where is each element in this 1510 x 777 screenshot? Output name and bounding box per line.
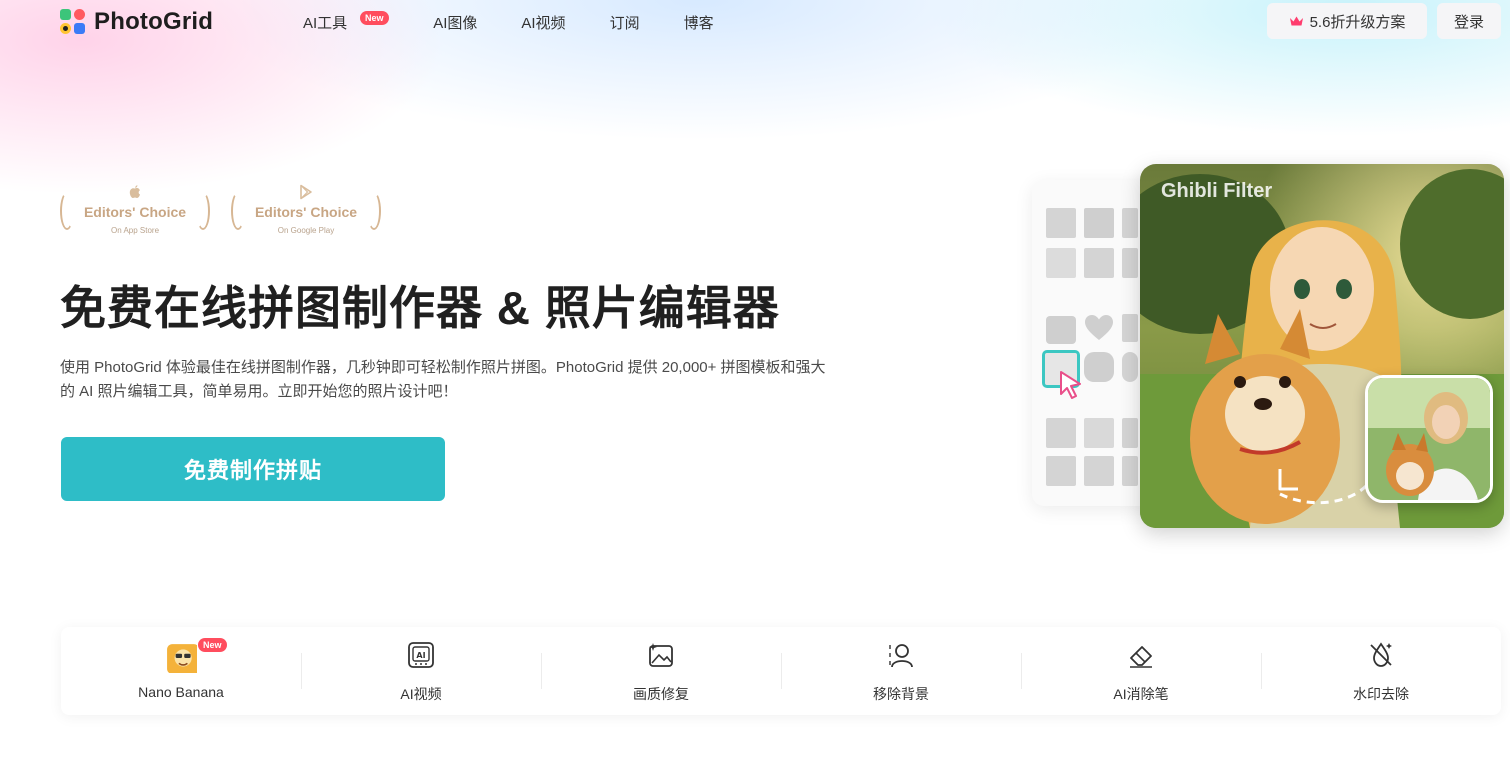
top-header: PhotoGrid AI工具 New AI图像 AI视频 订阅 博客 5.6折升… [0,0,1510,44]
collage-template-thumbnail[interactable] [1084,248,1114,278]
tool-label: 水印去除 [1353,686,1409,702]
watermark-remove-icon [1370,642,1392,667]
main-nav: AI工具 New AI图像 AI视频 订阅 博客 [303,11,766,33]
nav-item-label: AI视频 [521,15,566,32]
collage-template-thumbnail[interactable] [1122,208,1138,238]
ai-tools-bar: New Nano Banana AI AI视频 画质修复 移除背景 AI消除笔 … [61,627,1501,715]
collage-template-thumbnail[interactable] [1084,352,1114,382]
remove-background-icon [889,644,913,668]
nav-item-label: 订阅 [609,15,640,32]
tool-label: Nano Banana [138,684,224,700]
nano-banana-icon [167,644,197,673]
collage-template-thumbnail[interactable] [1122,418,1138,448]
collage-template-thumbnail[interactable] [1084,208,1114,238]
original-photo-thumbnail [1365,375,1493,503]
tool-image-enhance[interactable]: 画质修复 [541,627,781,715]
cursor-pointer-icon [1060,371,1081,399]
tool-watermark-remove[interactable]: 水印去除 [1261,627,1501,715]
tool-label: 移除背景 [873,686,929,702]
brand-logo[interactable]: PhotoGrid [60,8,213,36]
new-badge: New [198,638,227,652]
hero-description: 使用 PhotoGrid 体验最佳在线拼图制作器，几秒钟即可轻松制作照片拼图。P… [60,359,826,400]
award-subtitle: On Google Play [277,226,335,235]
tool-label: AI视频 [400,686,442,702]
nav-item-ai-image[interactable]: AI图像 [433,12,477,33]
collage-template-thumbnail[interactable] [1122,352,1138,382]
nav-item-ai-video[interactable]: AI视频 [521,12,565,33]
collage-template-thumbnail[interactable] [1122,248,1138,278]
upgrade-plan-button[interactable]: 5.6折升级方案 [1267,3,1427,39]
nav-item-label: 博客 [683,15,714,32]
tool-remove-background[interactable]: 移除背景 [781,627,1021,715]
nav-item-blog[interactable]: 博客 [684,12,714,33]
nav-item-subscribe[interactable]: 订阅 [610,12,640,33]
heart-template-icon[interactable] [1084,314,1114,342]
nav-item-ai-tools[interactable]: AI工具 New [303,11,389,33]
award-google-play: Editors' Choice On Google Play [231,184,381,238]
apple-icon [129,185,140,198]
svg-text:AI: AI [416,651,425,660]
collage-template-thumbnail[interactable] [1046,208,1076,238]
google-play-icon [300,184,312,200]
collage-template-thumbnail[interactable] [1046,456,1076,486]
tool-ai-video[interactable]: AI AI视频 [301,627,541,715]
tool-label: 画质修复 [633,686,689,702]
login-label: 登录 [1453,13,1484,31]
make-collage-button[interactable]: 免费制作拼贴 [61,437,445,501]
ai-video-icon: AI [408,642,434,668]
brand-name: PhotoGrid [94,8,214,35]
login-button[interactable]: 登录 [1437,3,1501,39]
tool-nano-banana[interactable]: New Nano Banana [61,627,301,715]
collage-template-thumbnail[interactable] [1084,456,1114,486]
tool-ai-eraser[interactable]: AI消除笔 [1021,627,1261,715]
crown-icon [1289,16,1303,26]
ghibli-filter-label: Ghibli Filter [1161,180,1273,202]
original-photo-image [1368,378,1490,500]
award-app-store: Editors' Choice On App Store [60,184,210,238]
collage-template-thumbnail[interactable] [1084,418,1114,448]
award-title: Editors' Choice [83,204,187,220]
nav-item-label: AI图像 [433,15,478,32]
hero-title: 免费在线拼图制作器 & 照片编辑器 [60,282,780,334]
award-title: Editors' Choice [254,204,358,220]
image-enhance-icon [649,643,673,667]
new-badge: New [360,11,389,25]
collage-template-thumbnail[interactable] [1122,314,1138,342]
collage-template-thumbnail[interactable] [1046,248,1076,278]
photogrid-logo-icon [60,9,86,35]
tool-label: AI消除笔 [1113,686,1169,702]
award-subtitle: On App Store [110,226,160,235]
collage-template-thumbnail[interactable] [1122,456,1138,486]
eraser-icon [1130,646,1152,668]
nav-item-label: AI工具 [303,15,348,32]
upgrade-plan-label: 5.6折升级方案 [1309,13,1406,31]
collage-template-thumbnail[interactable] [1046,418,1076,448]
collage-template-thumbnail[interactable] [1046,316,1076,344]
